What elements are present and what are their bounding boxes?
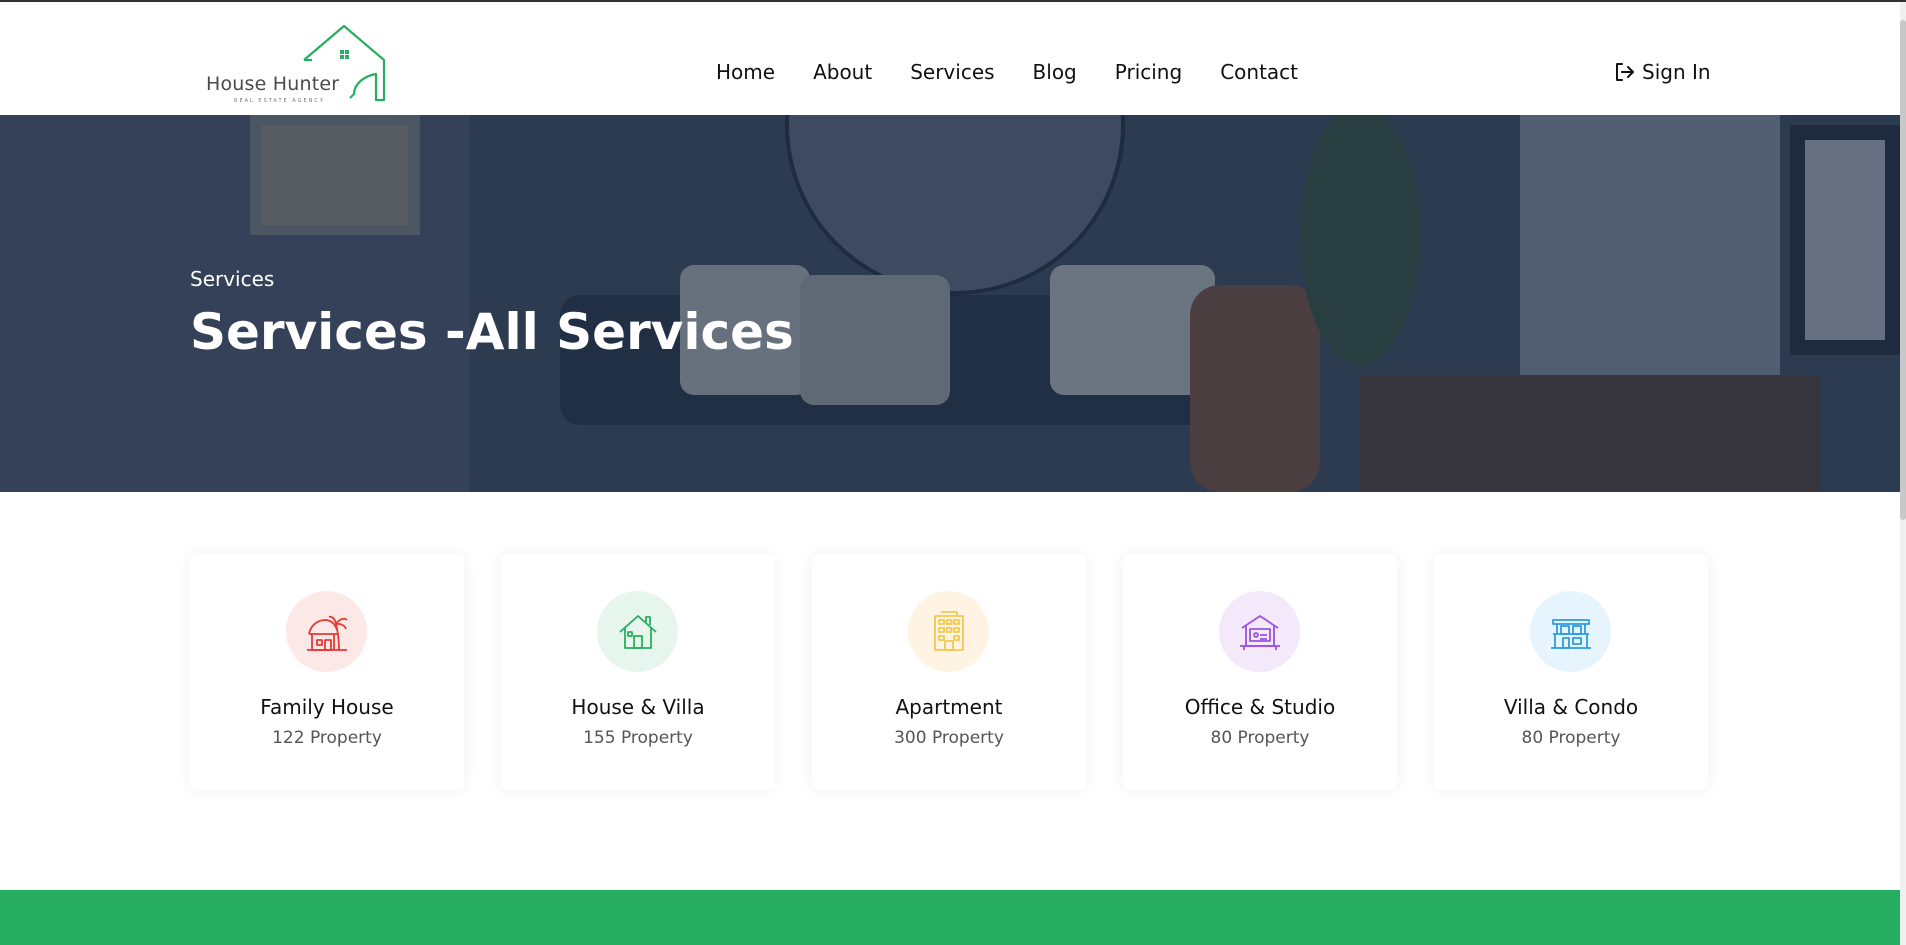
- category-count: 300 Property: [894, 728, 1004, 748]
- nav-services[interactable]: Services: [910, 60, 994, 84]
- category-card-office-studio[interactable]: Office & Studio 80 Property: [1123, 554, 1397, 790]
- main-nav: Home About Services Blog Pricing Contact: [716, 60, 1298, 84]
- icon-circle: [1530, 591, 1611, 672]
- property-categories: Family House 122 Property House & Villa …: [190, 554, 1708, 790]
- sign-in-label: Sign In: [1642, 60, 1711, 84]
- category-title: Apartment: [895, 695, 1003, 719]
- villa-condo-icon: [1550, 618, 1591, 649]
- nav-blog[interactable]: Blog: [1033, 60, 1077, 84]
- category-title: House & Villa: [571, 695, 705, 719]
- nav-contact[interactable]: Contact: [1220, 60, 1298, 84]
- category-title: Family House: [260, 695, 394, 719]
- icon-circle: [908, 591, 989, 672]
- nav-about[interactable]: About: [813, 60, 872, 84]
- site-logo[interactable]: House Hunter REAL ESTATE AGENCY: [204, 24, 389, 106]
- category-count: 80 Property: [1521, 728, 1621, 748]
- site-header: House Hunter REAL ESTATE AGENCY Home Abo…: [0, 2, 1900, 115]
- footer-band: [0, 890, 1900, 945]
- beach-hut-icon: [306, 615, 348, 651]
- category-card-house-villa[interactable]: House & Villa 155 Property: [501, 554, 775, 790]
- category-card-villa-condo[interactable]: Villa & Condo 80 Property: [1434, 554, 1708, 790]
- scrollbar-thumb[interactable]: [1900, 20, 1906, 520]
- category-count: 122 Property: [272, 728, 382, 748]
- category-card-apartment[interactable]: Apartment 300 Property: [812, 554, 1086, 790]
- page-title: Services -All Services: [190, 303, 794, 361]
- office-studio-icon: [1239, 614, 1280, 650]
- logo-brand-name: House Hunter: [206, 73, 340, 95]
- category-count: 155 Property: [583, 728, 693, 748]
- icon-circle: [286, 591, 367, 672]
- icon-circle: [1219, 591, 1300, 672]
- logo-tagline: REAL ESTATE AGENCY: [234, 98, 325, 104]
- hero-banner: Services Services -All Services: [0, 115, 1900, 492]
- category-title: Office & Studio: [1184, 695, 1336, 719]
- hero-subtitle: Services: [190, 267, 275, 291]
- nav-pricing[interactable]: Pricing: [1115, 60, 1182, 84]
- nav-home[interactable]: Home: [716, 60, 775, 84]
- house-icon: [618, 614, 657, 649]
- category-card-family-house[interactable]: Family House 122 Property: [190, 554, 464, 790]
- sign-in-button[interactable]: Sign In: [1614, 60, 1711, 84]
- icon-circle: [597, 591, 678, 672]
- apartment-building-icon: [933, 610, 964, 651]
- sign-in-icon: [1616, 63, 1634, 81]
- category-title: Villa & Condo: [1503, 695, 1639, 719]
- category-count: 80 Property: [1210, 728, 1310, 748]
